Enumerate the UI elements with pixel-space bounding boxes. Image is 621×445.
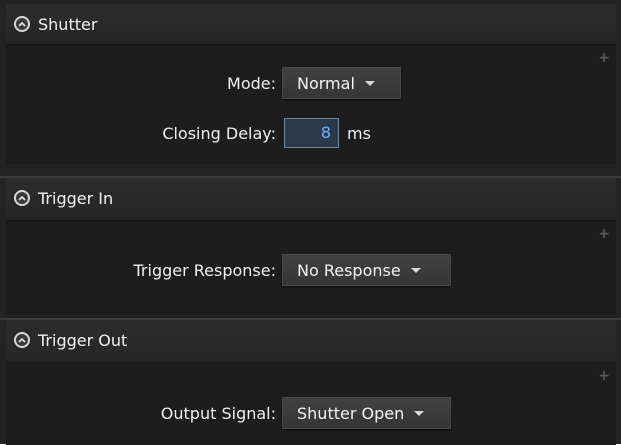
mode-value: Normal [297,73,355,93]
collapse-icon[interactable] [14,332,30,348]
section-title: Trigger In [38,188,114,208]
dropdown-arrow-icon [364,80,375,86]
settings-panel: Shutter + Mode: Normal Closing Delay: 8 … [0,0,621,445]
trigger-out-section-header[interactable]: Trigger Out [6,320,616,360]
collapse-icon[interactable] [14,190,30,206]
trigger-response-value: No Response [297,260,401,280]
trigger-response-dropdown[interactable]: No Response [282,254,451,286]
output-signal-dropdown[interactable]: Shutter Open [282,397,451,429]
dropdown-arrow-icon [410,267,421,273]
trigger-in-section-body: + Trigger Response: No Response [6,220,616,315]
section-title: Trigger Out [38,330,128,350]
plus-icon[interactable]: + [598,369,610,383]
output-signal-value: Shutter Open [297,403,405,423]
trigger-out-section-body: + Output Signal: Shutter Open [6,362,616,445]
closing-delay-input[interactable]: 8 [284,118,339,148]
closing-delay-unit: ms [347,124,371,143]
shutter-section-body: + Mode: Normal Closing Delay: 8 ms [6,44,616,164]
plus-icon[interactable]: + [598,51,610,65]
mode-label: Mode: [227,74,276,93]
section-title: Shutter [38,14,98,34]
dropdown-arrow-icon [414,410,425,416]
output-signal-label: Output Signal: [160,404,276,423]
shutter-section-header[interactable]: Shutter [6,4,616,44]
mode-dropdown[interactable]: Normal [282,67,401,99]
trigger-in-section-header[interactable]: Trigger In [6,178,616,218]
closing-delay-label: Closing Delay: [162,124,276,143]
collapse-icon[interactable] [14,16,30,32]
trigger-response-label: Trigger Response: [133,261,277,280]
plus-icon[interactable]: + [598,227,610,241]
